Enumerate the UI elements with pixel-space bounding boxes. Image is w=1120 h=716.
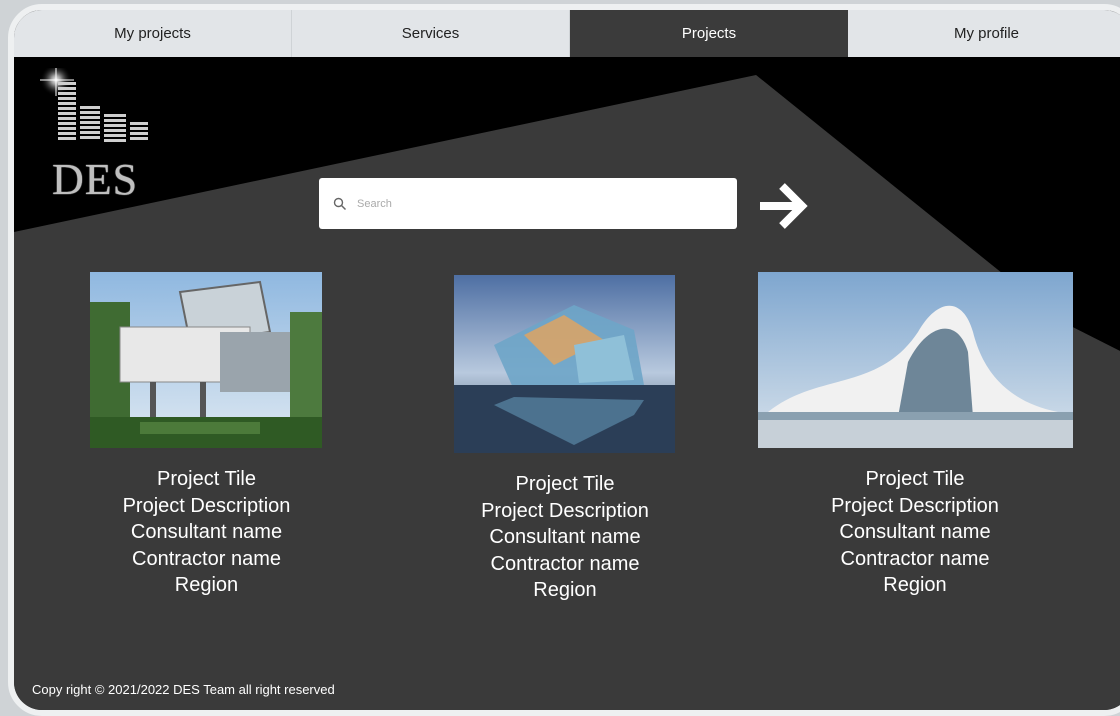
consultant-name: Consultant name	[130, 521, 283, 543]
building-logo-icon	[40, 64, 148, 142]
project-card[interactable]: Project Tile Project Description Consult…	[418, 275, 712, 604]
project-description: Project Description	[481, 499, 649, 522]
project-image	[758, 272, 1073, 448]
tab-projects[interactable]: Projects	[570, 10, 848, 57]
region: Region	[533, 579, 597, 601]
project-title: Project Tile	[515, 473, 615, 495]
project-card[interactable]: Project Tile Project Description Consult…	[755, 272, 1075, 599]
app-frame: My projects Services Projects My profile	[8, 4, 1120, 716]
contractor-name: Contractor name	[840, 547, 990, 570]
region: Region	[174, 574, 239, 596]
tab-my-profile[interactable]: My profile	[848, 10, 1120, 57]
top-nav: My projects Services Projects My profile	[14, 10, 1120, 57]
project-description: Project Description	[831, 494, 999, 517]
footer-copyright: Copy right © 2021/2022 DES Team all righ…	[32, 682, 335, 697]
project-image	[90, 272, 322, 448]
project-title: Project Tile	[865, 468, 965, 490]
logo-text: DES	[52, 155, 139, 204]
contractor-name: Contractor name	[132, 547, 281, 570]
arrow-right-icon[interactable]	[756, 178, 812, 234]
project-description: Project Description	[122, 494, 291, 517]
search-icon	[333, 197, 347, 210]
region: Region	[883, 574, 947, 596]
project-image	[454, 275, 675, 453]
consultant-name: Consultant name	[489, 526, 641, 548]
search-input[interactable]	[355, 196, 699, 211]
contractor-name: Contractor name	[490, 552, 640, 575]
project-title: Project Tile	[157, 468, 256, 490]
des-logo[interactable]: DES	[40, 64, 150, 204]
tab-services[interactable]: Services	[292, 10, 570, 57]
search-box	[319, 178, 737, 229]
project-card[interactable]: Project Tile Project Description Consult…	[59, 272, 354, 599]
consultant-name: Consultant name	[839, 521, 991, 543]
tab-my-projects[interactable]: My projects	[14, 10, 292, 57]
